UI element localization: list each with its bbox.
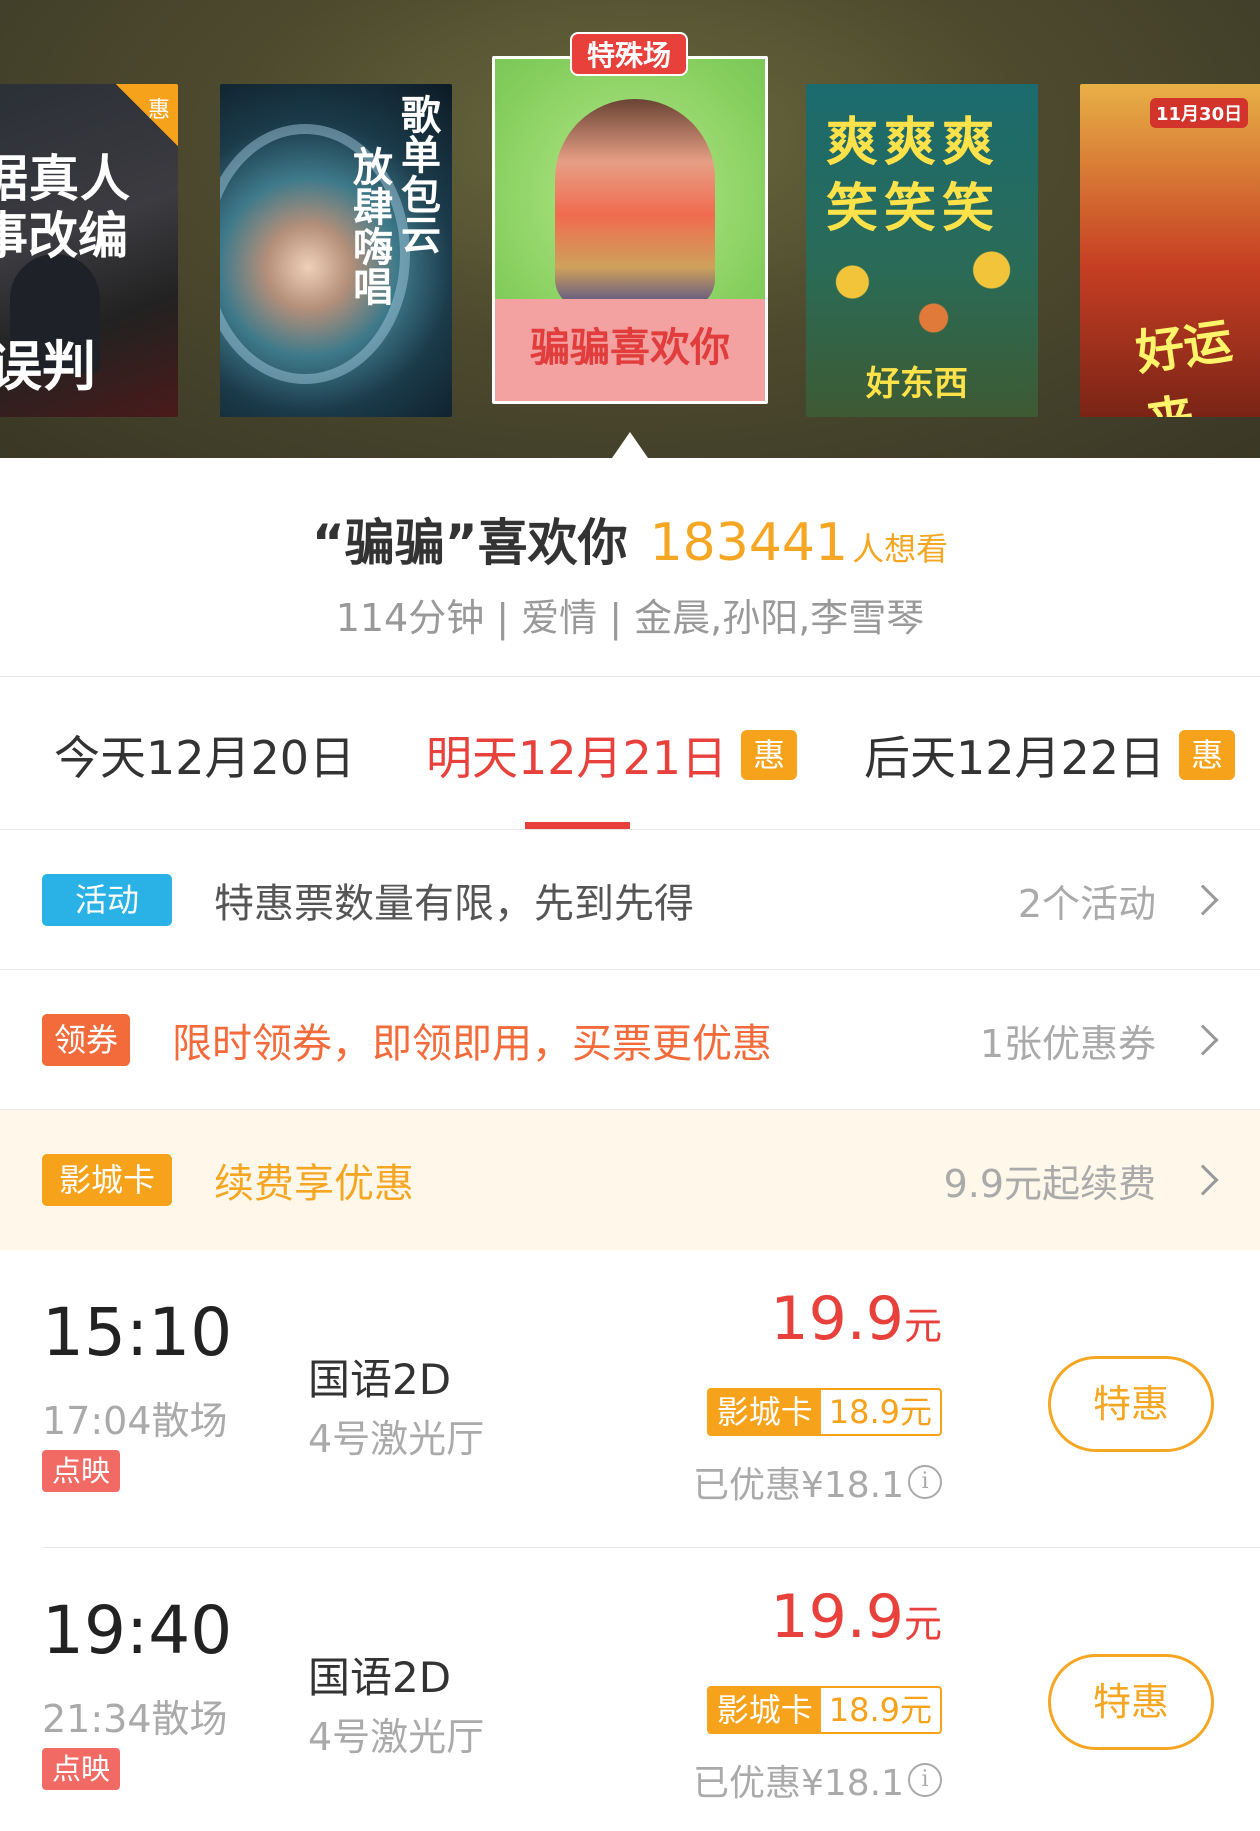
showtime-row[interactable]: 19:40 21:34散场 点映 国语2D 4号激光厅 19.9元 影城卡 18.…: [0, 1548, 1260, 1831]
coupon-text: 限时领券，即领即用，买票更优惠: [172, 1021, 772, 1067]
poster-figure: [806, 234, 1038, 354]
showtime-row[interactable]: 15:10 17:04散场 点映 国语2D 4号激光厅 19.9元 影城卡 18.…: [0, 1250, 1260, 1548]
discount-badge: 惠: [116, 84, 178, 146]
activity-row[interactable]: 活动 特惠票数量有限，先到先得 2个活动: [0, 830, 1260, 970]
chevron-right-icon: [1187, 884, 1219, 916]
hall-name: 4号激光厅: [308, 1417, 485, 1461]
activity-badge: 活动: [42, 874, 172, 926]
coupon-badge: 领券: [42, 1014, 130, 1066]
date-tab-label: 今天12月20日: [54, 731, 356, 785]
end-time: 17:04散场: [42, 1399, 228, 1443]
ticket-price: 19.9元: [770, 1582, 942, 1652]
cinema-card-text: 续费享优惠: [214, 1161, 414, 1207]
movie-meta: 114分钟 | 爱情 | 金晨,孙阳,李雪琴: [335, 596, 925, 640]
poster-5[interactable]: 11月30日 好运来: [1080, 84, 1260, 417]
poster-text: 事改编: [0, 206, 128, 265]
date-tab-tomorrow[interactable]: 明天12月21日 惠: [426, 722, 798, 788]
date-tab-label: 明天12月21日: [426, 731, 728, 785]
hall-name: 4号激光厅: [308, 1715, 485, 1759]
start-time: 19:40: [42, 1592, 233, 1669]
date-tab-label: 后天12月22日: [864, 731, 1166, 785]
want-count: 183441: [649, 513, 849, 573]
discount-info: 已优惠¥18.1 i: [693, 1754, 942, 1806]
buy-special-button[interactable]: 特惠: [1048, 1654, 1214, 1750]
poster-2[interactable]: 歌单包云 放肆嗨唱: [220, 84, 452, 417]
cinema-card-price-tag: 影城卡 18.9元: [706, 1388, 942, 1436]
want-label: 人想看: [852, 530, 949, 568]
poster-1[interactable]: 据真人 事改编 误判 惠: [0, 84, 178, 417]
preview-tag: 点映: [42, 1748, 120, 1790]
ticket-price: 19.9元: [770, 1284, 942, 1354]
movie-title-row: “骗骗”喜欢你 183441 人想看: [0, 503, 1260, 575]
cinema-card-row[interactable]: 影城卡 续费享优惠 9.9元起续费: [0, 1110, 1260, 1250]
cinema-card-badge: 影城卡: [42, 1154, 172, 1206]
date-tab-today[interactable]: 今天12月20日: [54, 722, 355, 788]
chevron-right-icon: [1187, 1164, 1219, 1196]
poster-text: 笑笑笑: [826, 178, 1001, 239]
active-tab-indicator: [525, 822, 630, 829]
poster-text: 骗骗喜欢你: [530, 324, 730, 371]
poster-text: 歌单包云: [394, 94, 441, 254]
poster-figure: [555, 99, 715, 309]
coupon-row[interactable]: 领券 限时领券，即领即用，买票更优惠 1张优惠券: [0, 970, 1260, 1110]
special-screening-tag: 特殊场: [570, 32, 688, 76]
divider: [0, 676, 1260, 677]
info-icon[interactable]: i: [908, 1763, 942, 1797]
cinema-card-price: 9.9元起续费: [943, 1161, 1156, 1206]
language-format: 国语2D: [308, 1355, 452, 1404]
cinema-card-price-tag: 影城卡 18.9元: [706, 1686, 942, 1734]
activity-count: 2个活动: [1017, 881, 1156, 926]
coupon-count: 1张优惠券: [979, 1021, 1156, 1066]
start-time: 15:10: [42, 1294, 233, 1371]
poster-3-selected[interactable]: 骗骗喜欢你: [492, 56, 768, 404]
poster-text: 放肆嗨唱: [346, 146, 393, 306]
poster-text: 11月30日: [1150, 98, 1249, 128]
poster-4[interactable]: 爽爽爽 笑笑笑 好东西: [806, 84, 1038, 417]
activity-text: 特惠票数量有限，先到先得: [214, 881, 694, 927]
language-format: 国语2D: [308, 1653, 452, 1702]
info-icon[interactable]: i: [908, 1465, 942, 1499]
preview-tag: 点映: [42, 1450, 120, 1492]
poster-text: 爽爽爽: [826, 112, 1001, 173]
buy-special-button[interactable]: 特惠: [1048, 1356, 1214, 1452]
chevron-right-icon: [1187, 1024, 1219, 1056]
end-time: 21:34散场: [42, 1697, 228, 1741]
discount-info: 已优惠¥18.1 i: [693, 1456, 942, 1508]
discount-badge: 惠: [1179, 730, 1236, 780]
date-tab-day-after[interactable]: 后天12月22日 惠: [864, 722, 1236, 788]
discount-badge: 惠: [741, 730, 798, 780]
poster-text: 好运来: [1132, 312, 1236, 417]
selected-pointer-icon: [612, 432, 648, 458]
poster-text: 误判: [0, 334, 96, 398]
poster-carousel[interactable]: 据真人 事改编 误判 惠 歌单包云 放肆嗨唱 特殊场 骗骗喜欢你 爽爽爽 笑笑笑…: [0, 0, 1260, 458]
poster-text: 好东西: [866, 364, 968, 404]
movie-title[interactable]: “骗骗”喜欢你: [312, 514, 628, 572]
